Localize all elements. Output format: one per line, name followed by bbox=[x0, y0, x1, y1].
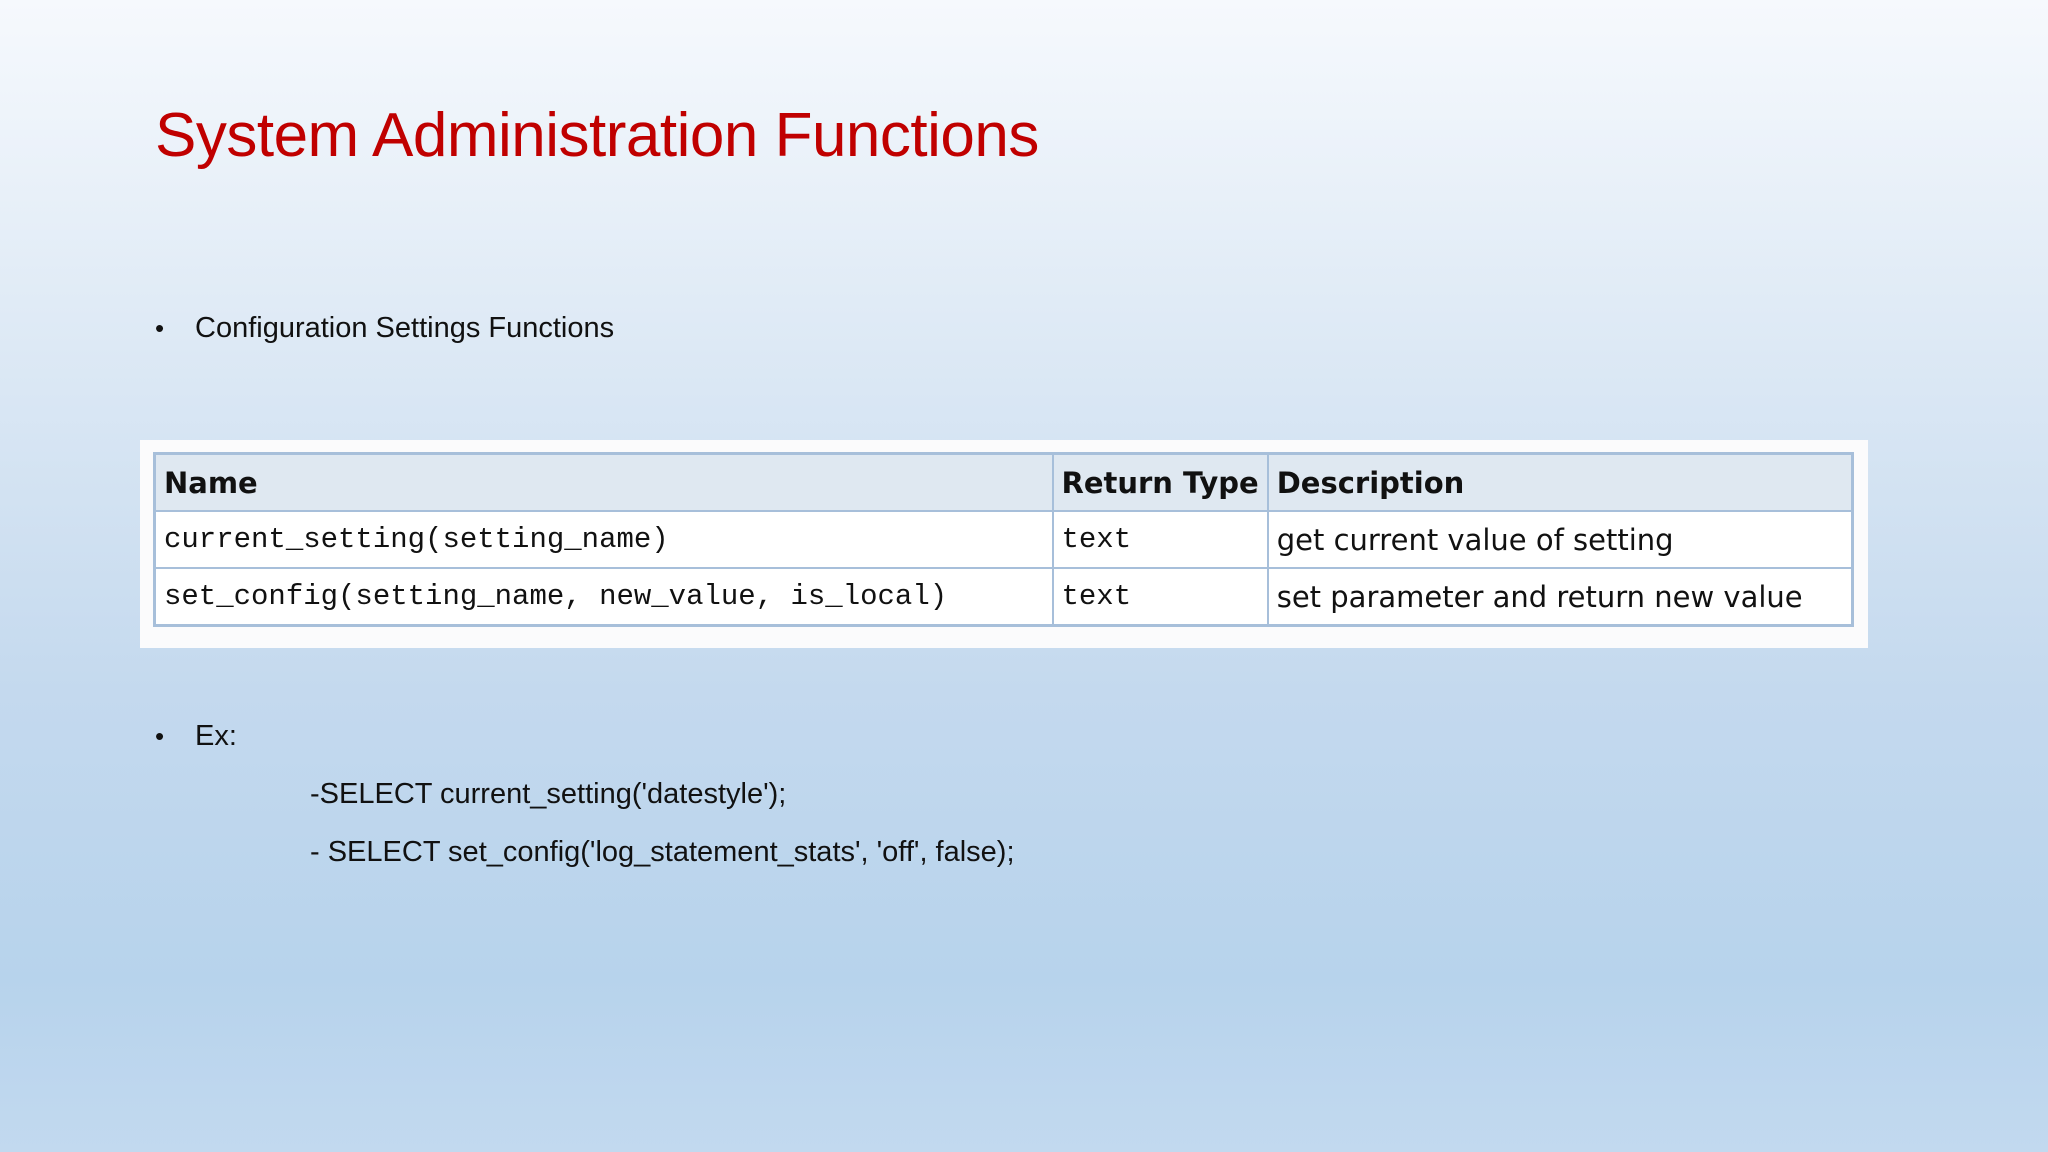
functions-table-frame: Name Return Type Description current_set… bbox=[140, 440, 1868, 648]
header-description: Description bbox=[1266, 452, 1854, 512]
table-row: set_config(setting_name, new_value, is_l… bbox=[153, 567, 1854, 627]
bullet-dot-icon: • bbox=[155, 313, 165, 343]
cell-name: current_setting(setting_name) bbox=[153, 510, 1054, 569]
bullet-item: • Ex: bbox=[155, 720, 237, 753]
cell-description: get current value of setting bbox=[1266, 510, 1854, 569]
cell-return-type: text bbox=[1051, 567, 1269, 627]
table-row: current_setting(setting_name) text get c… bbox=[153, 510, 1854, 569]
header-name: Name bbox=[153, 452, 1054, 512]
cell-return-type: text bbox=[1051, 510, 1269, 569]
bullet-text: Configuration Settings Functions bbox=[195, 312, 615, 344]
bullet-dot-icon: • bbox=[155, 721, 165, 751]
table-header-row: Name Return Type Description bbox=[153, 452, 1854, 512]
slide-title: System Administration Functions bbox=[155, 101, 1039, 170]
cell-description: set parameter and return new value bbox=[1266, 567, 1854, 627]
header-return-type: Return Type bbox=[1051, 452, 1269, 512]
example-query: -SELECT current_setting('datestyle'); bbox=[310, 778, 787, 810]
example-query: - SELECT set_config('log_statement_stats… bbox=[310, 836, 1015, 868]
bullet-text: Ex: bbox=[195, 720, 237, 752]
bullet-item: • Configuration Settings Functions bbox=[155, 312, 614, 345]
functions-table: Name Return Type Description current_set… bbox=[153, 452, 1854, 627]
cell-name: set_config(setting_name, new_value, is_l… bbox=[153, 567, 1054, 627]
